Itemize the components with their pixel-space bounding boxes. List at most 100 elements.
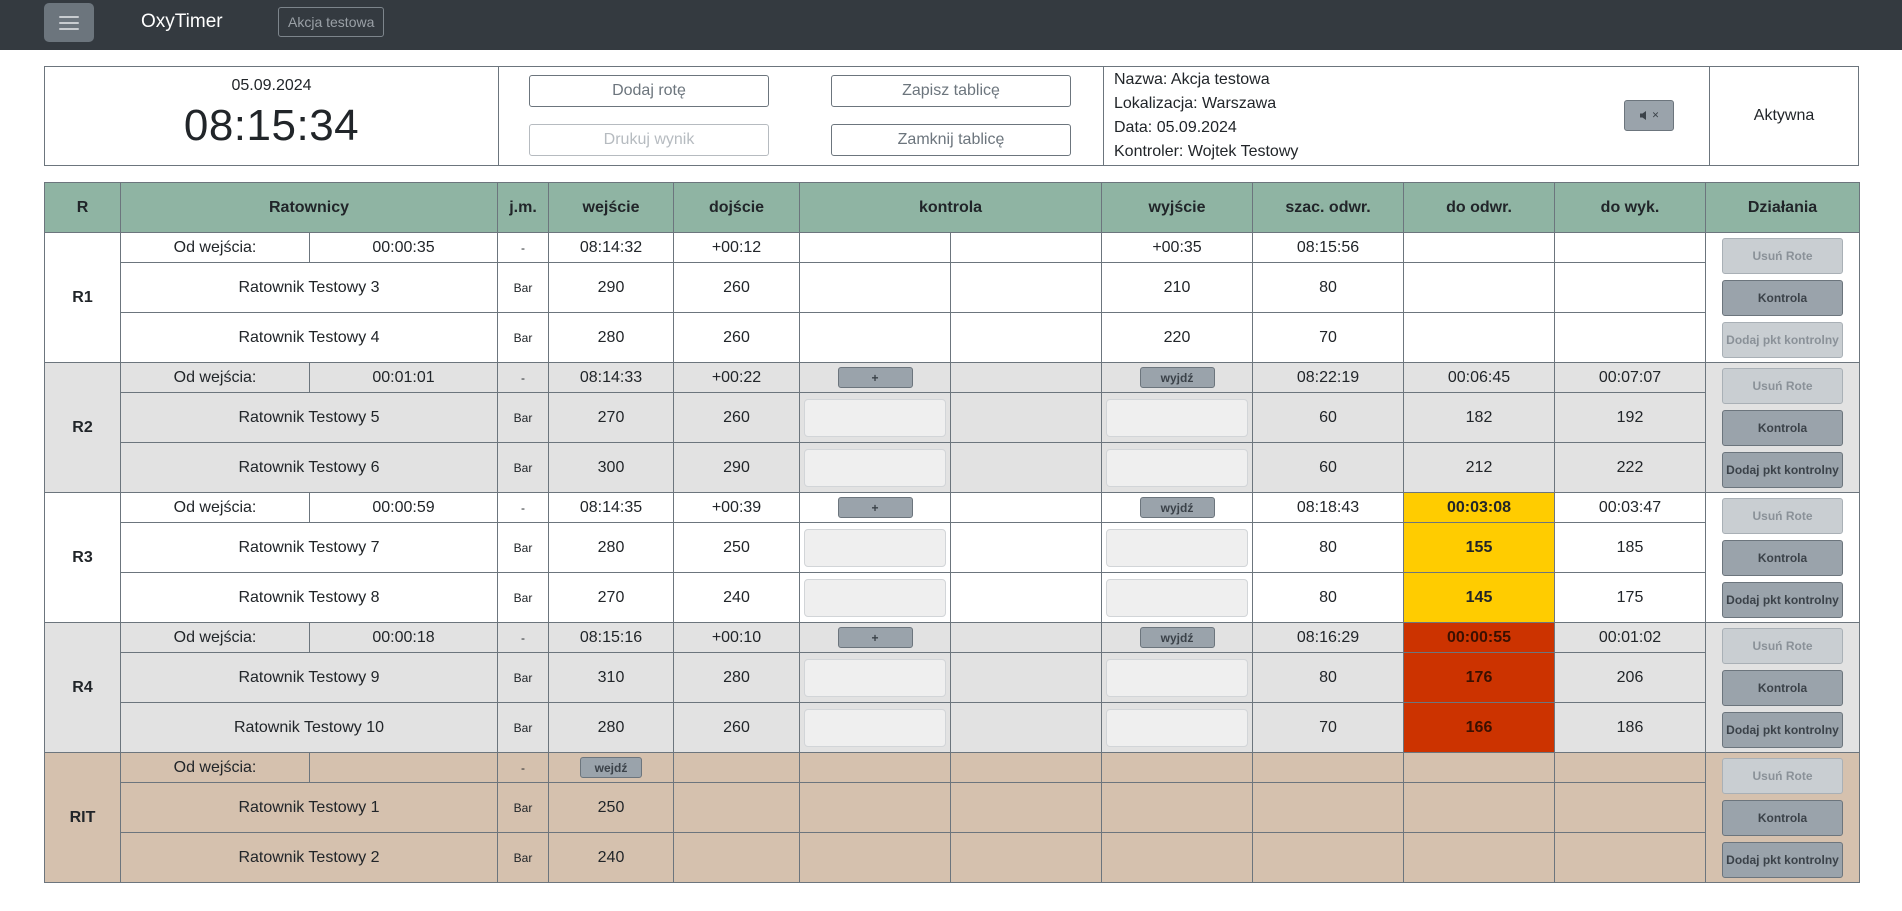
control-button[interactable]: Kontrola (1722, 539, 1844, 576)
remove-rota-button[interactable]: Usuń Rote (1722, 237, 1844, 274)
control-cell (950, 622, 1103, 653)
exit-pressure-input[interactable] (1106, 448, 1249, 487)
rota-actions: Usuń Rote Kontrola Dodaj pkt kontrolny (1705, 232, 1861, 363)
entry-time: 08:15:16 (548, 622, 675, 653)
rescuer-name: Ratownik Testowy 10 (119, 702, 499, 753)
remove-rota-button[interactable]: Usuń Rote (1722, 367, 1844, 404)
rota-label: R4 (44, 622, 121, 753)
to-exit-pressure: 185 (1554, 522, 1707, 573)
entry-pressure: 280 (548, 522, 675, 573)
close-board-button[interactable]: Zamknij tablicę (831, 124, 1071, 156)
to-withdraw-time: 00:00:55 (1403, 622, 1556, 653)
rescuer-name: Ratownik Testowy 6 (119, 442, 499, 493)
hamburger-icon (59, 15, 79, 18)
entry-cell: wejdź (548, 752, 675, 783)
table-row: Ratownik Testowy 10 Bar 280 260 70 166 1… (45, 702, 1860, 753)
rota-label: R3 (44, 492, 121, 623)
since-entry-label: Od wejścia: (120, 492, 310, 523)
entry-pressure: 280 (548, 702, 675, 753)
est-withdraw-time: 08:16:29 (1252, 622, 1405, 653)
control-pressure-input[interactable] (804, 398, 947, 437)
to-exit-time: 00:07:07 (1554, 362, 1707, 393)
entry-pressure: 280 (548, 312, 675, 363)
control-button[interactable]: Kontrola (1722, 279, 1844, 316)
info-name: Nazwa: Akcja testowa (1114, 71, 1270, 88)
speaker-mute-icon (1639, 111, 1646, 120)
unit: Bar (497, 702, 550, 753)
table-row: Ratownik Testowy 7 Bar 280 250 80 155 18… (45, 522, 1860, 573)
add-checkpoint-button[interactable]: Dodaj pkt kontrolny (1722, 711, 1844, 748)
col-control: kontrola (799, 182, 1103, 233)
arrival-pressure: 280 (673, 652, 801, 703)
to-withdraw-time: 00:06:45 (1403, 362, 1556, 393)
action-name-badge[interactable]: Akcja testowa (278, 7, 385, 37)
arrival-pressure: 250 (673, 522, 801, 573)
elapsed-time: 00:00:18 (308, 622, 499, 653)
rota-actions: Usuń Rote Kontrola Dodaj pkt kontrolny (1705, 752, 1861, 883)
exit-cell: wyjdź (1101, 622, 1254, 653)
add-checkpoint-button[interactable]: Dodaj pkt kontrolny (1722, 841, 1844, 878)
to-withdraw-pressure: 155 (1403, 522, 1556, 573)
mute-button[interactable]: ✕ (1624, 100, 1674, 131)
rota-actions: Usuń Rote Kontrola Dodaj pkt kontrolny (1705, 492, 1861, 623)
exit-button[interactable]: wyjdź (1139, 367, 1215, 388)
control-button[interactable]: Kontrola (1722, 409, 1844, 446)
col-to-withdraw: do odwr. (1403, 182, 1556, 233)
navbar: OxyTimer Akcja testowa (0, 0, 1902, 50)
unit-dash: - (497, 622, 550, 653)
save-board-button[interactable]: Zapisz tablicę (831, 75, 1071, 107)
add-checkpoint-button[interactable]: Dodaj pkt kontrolny (1722, 581, 1844, 618)
est-pressure: 80 (1252, 522, 1405, 573)
add-control-button[interactable]: + (837, 497, 913, 518)
exit-button[interactable]: wyjdź (1139, 497, 1215, 518)
exit-pressure-input[interactable] (1106, 658, 1249, 697)
remove-rota-button[interactable]: Usuń Rote (1722, 497, 1844, 534)
add-control-button[interactable]: + (837, 627, 913, 648)
since-entry-label: Od wejścia: (120, 752, 310, 783)
since-entry-label: Od wejścia: (120, 622, 310, 653)
unit: Bar (497, 262, 550, 313)
arrival-pressure: 290 (673, 442, 801, 493)
to-withdraw-pressure: 145 (1403, 572, 1556, 623)
control-pressure-input[interactable] (804, 528, 947, 567)
table-row: Ratownik Testowy 6 Bar 300 290 60 212 22… (45, 442, 1860, 493)
remove-rota-button[interactable]: Usuń Rote (1722, 757, 1844, 794)
add-rota-button[interactable]: Dodaj rotę (529, 75, 769, 107)
exit-pressure-input[interactable] (1106, 398, 1249, 437)
exit-pressure-input[interactable] (1106, 528, 1249, 567)
control-pressure-input[interactable] (804, 708, 947, 747)
remove-rota-button[interactable]: Usuń Rote (1722, 627, 1844, 664)
control-pressure-input[interactable] (804, 658, 947, 697)
menu-toggle-button[interactable] (44, 3, 94, 42)
add-checkpoint-button[interactable]: Dodaj pkt kontrolny (1722, 451, 1844, 488)
arrival-pressure: 260 (673, 262, 801, 313)
print-result-button[interactable]: Drukuj wynik (529, 124, 769, 156)
enter-button[interactable]: wejdź (580, 757, 643, 778)
add-control-button[interactable]: + (837, 367, 913, 388)
control-button[interactable]: Kontrola (1722, 669, 1844, 706)
brand-title[interactable]: OxyTimer (141, 11, 223, 33)
control-cell (799, 232, 952, 263)
control-button[interactable]: Kontrola (1722, 799, 1844, 836)
control-pressure-input[interactable] (804, 448, 947, 487)
board-header-panel: 05.09.2024 08:15:34 Dodaj rotę Drukuj wy… (44, 66, 1859, 166)
exit-button[interactable]: wyjdź (1139, 627, 1215, 648)
exit-pressure-input[interactable] (1106, 578, 1249, 617)
board-actions: Dodaj rotę Drukuj wynik Zapisz tablicę Z… (499, 67, 1104, 165)
exit-pressure-input[interactable] (1106, 708, 1249, 747)
entry-pressure: 270 (548, 392, 675, 443)
add-checkpoint-button[interactable]: Dodaj pkt kontrolny (1722, 321, 1844, 358)
table-row: Ratownik Testowy 4 Bar 280 260 220 70 (45, 312, 1860, 363)
rescuer-name: Ratownik Testowy 5 (119, 392, 499, 443)
to-withdraw-pressure: 182 (1403, 392, 1556, 443)
control-pressure-input[interactable] (804, 578, 947, 617)
arrival-pressure: 260 (673, 702, 801, 753)
unit-dash: - (497, 232, 550, 263)
since-entry-label: Od wejścia: (120, 362, 310, 393)
rota-r3-head-row: R3 Od wejścia: 00:00:59 - 08:14:35 +00:3… (44, 492, 1861, 623)
rescuer-name: Ratownik Testowy 4 (119, 312, 499, 363)
col-entry: wejście (548, 182, 675, 233)
rescuer-name: Ratownik Testowy 7 (119, 522, 499, 573)
exit-pressure: 210 (1101, 262, 1254, 313)
rota-label: R2 (44, 362, 121, 493)
